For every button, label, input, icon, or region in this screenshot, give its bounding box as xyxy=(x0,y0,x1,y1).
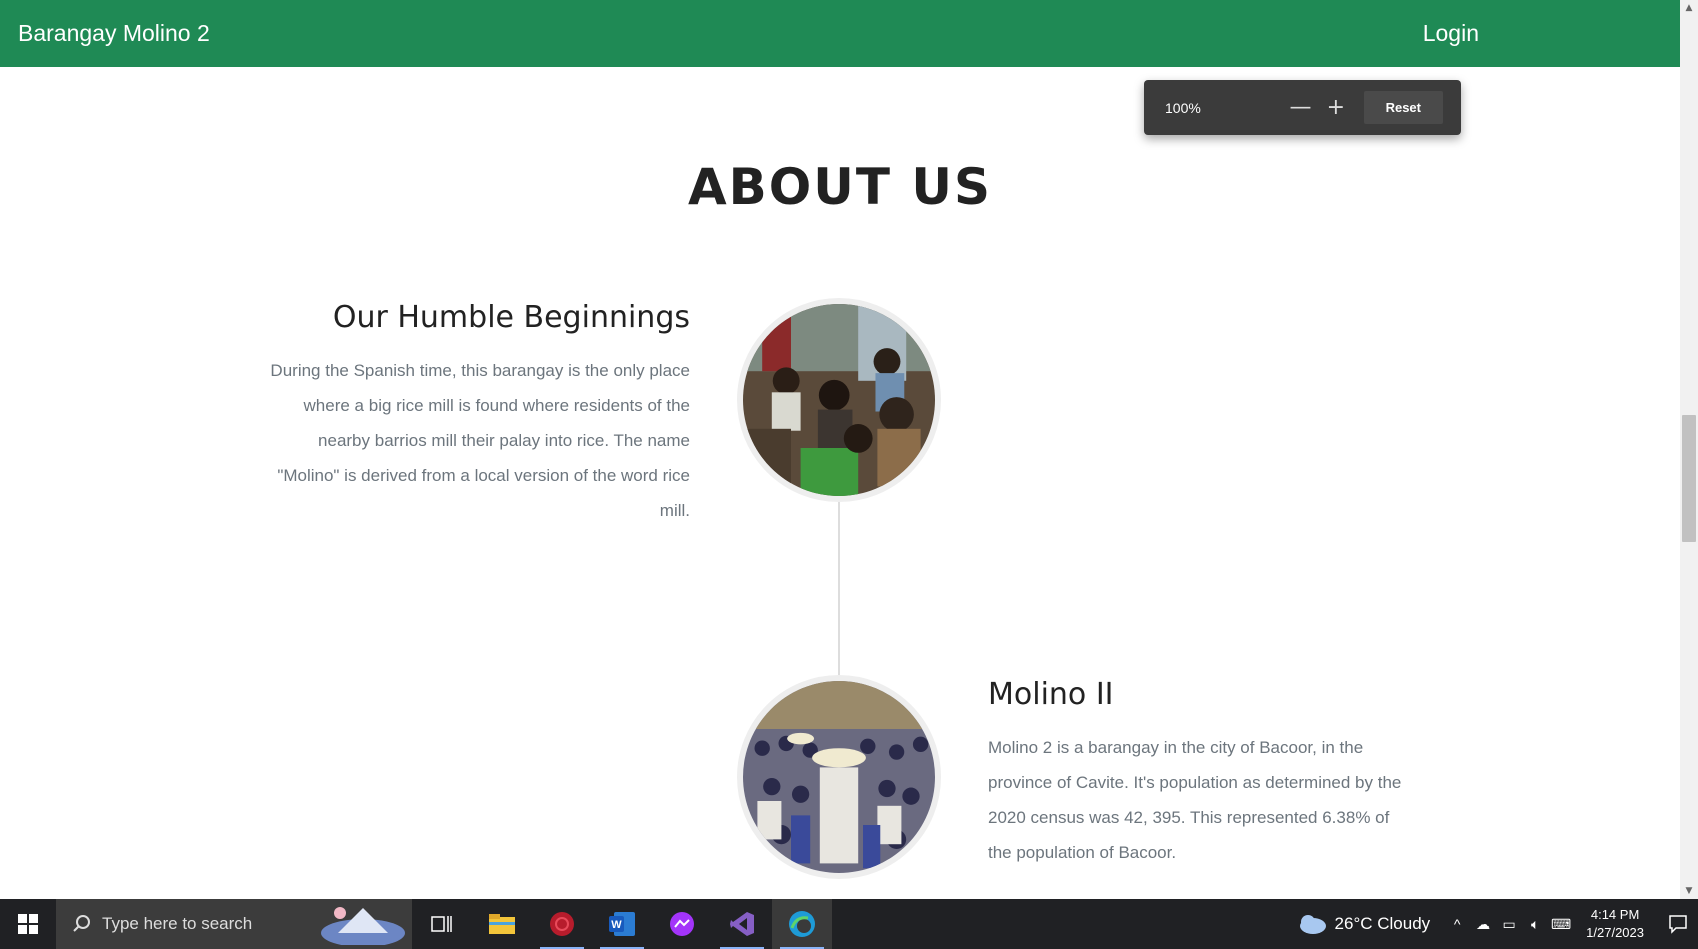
timeline-entry-beginnings: Our Humble Beginnings During the Spanish… xyxy=(270,300,690,528)
volume-icon[interactable]: 🔈︎ xyxy=(1522,916,1548,933)
crowd-photo xyxy=(737,675,941,879)
timeline-entry-molino: Molino II Molino 2 is a barangay in the … xyxy=(988,677,1408,870)
taskbar-search[interactable]: Type here to search xyxy=(56,899,412,949)
word-button[interactable]: W xyxy=(592,899,652,949)
messenger-button[interactable] xyxy=(652,899,712,949)
navbar: Barangay Molino 2 Login xyxy=(0,0,1680,67)
zoom-out-button[interactable]: — xyxy=(1283,90,1318,126)
scroll-up-icon[interactable]: ▲ xyxy=(1680,0,1698,16)
onedrive-icon[interactable]: ☁ xyxy=(1470,916,1496,933)
folder-icon xyxy=(489,914,515,934)
brand-link[interactable]: Barangay Molino 2 xyxy=(18,20,210,47)
clock[interactable]: 4:14 PM 1/27/2023 xyxy=(1586,906,1644,942)
section-heading: Molino II xyxy=(988,677,1114,712)
cloud-icon xyxy=(1299,915,1326,934)
network-icon[interactable]: ▭ xyxy=(1496,916,1522,933)
system-tray: 26°C Cloudy ^ ☁ ▭ 🔈︎ ⌨ 4:14 PM 1/27/2023 xyxy=(1297,899,1698,949)
notification-icon xyxy=(1669,915,1687,934)
taskbar: Type here to search W 26°C Cloudy ^ ☁ ▭ … xyxy=(0,899,1698,949)
weather-text: 26°C Cloudy xyxy=(1334,914,1431,933)
page-title: ABOUT US xyxy=(687,158,993,216)
svg-text:W: W xyxy=(611,919,622,931)
clock-date: 1/27/2023 xyxy=(1586,925,1644,940)
visual-studio-button[interactable] xyxy=(712,899,772,949)
vertical-scrollbar[interactable]: ▲ ▼ xyxy=(1680,0,1698,899)
zoom-level: 100% xyxy=(1165,99,1201,116)
keyboard-icon[interactable]: ⌨ xyxy=(1548,916,1574,933)
messenger-icon xyxy=(670,912,694,936)
start-button[interactable] xyxy=(0,899,56,949)
notifications-button[interactable] xyxy=(1658,914,1698,934)
search-highlight-icon xyxy=(321,907,405,945)
edge-button[interactable] xyxy=(772,899,832,949)
section-heading: Our Humble Beginnings xyxy=(332,300,690,335)
section-text: During the Spanish time, this barangay i… xyxy=(270,361,690,520)
meeting-photo xyxy=(737,298,941,502)
visual-studio-icon xyxy=(730,912,754,936)
scroll-down-icon[interactable]: ▼ xyxy=(1680,883,1698,899)
zoom-in-button[interactable]: + xyxy=(1318,90,1353,126)
search-icon xyxy=(73,915,90,932)
file-explorer-button[interactable] xyxy=(472,899,532,949)
word-icon: W xyxy=(609,912,635,936)
weather-widget[interactable]: 26°C Cloudy xyxy=(1297,913,1431,935)
browser-viewport: Barangay Molino 2 Login 100% — + Reset A… xyxy=(0,0,1680,899)
task-view-icon xyxy=(431,916,452,932)
task-view-button[interactable] xyxy=(412,899,472,949)
windows-icon xyxy=(18,914,38,934)
edge-icon xyxy=(789,911,815,937)
red-app-icon xyxy=(550,912,574,936)
section-text: Molino 2 is a barangay in the city of Ba… xyxy=(988,738,1402,862)
chevron-up-icon[interactable]: ^ xyxy=(1444,916,1470,932)
timeline-line xyxy=(838,500,840,680)
zoom-reset-button[interactable]: Reset xyxy=(1363,91,1443,124)
app-button-red[interactable] xyxy=(532,899,592,949)
zoom-popup: 100% — + Reset xyxy=(1144,80,1461,135)
clock-time: 4:14 PM xyxy=(1590,907,1640,922)
scroll-thumb[interactable] xyxy=(1682,415,1696,542)
search-placeholder: Type here to search xyxy=(102,914,253,933)
login-link[interactable]: Login xyxy=(1423,20,1479,47)
